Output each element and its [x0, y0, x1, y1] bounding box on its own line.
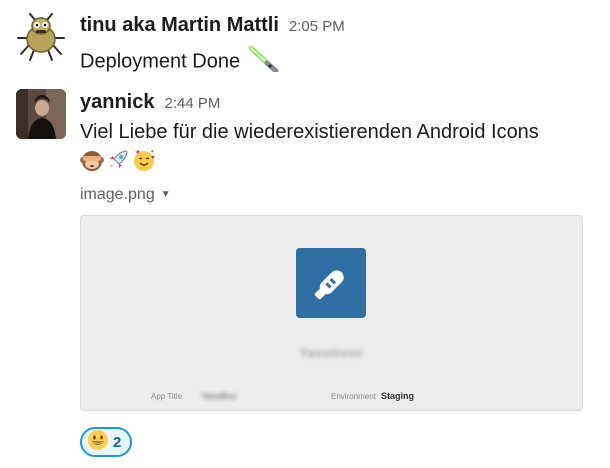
- chevron-down-icon[interactable]: ▼: [161, 189, 171, 200]
- author-name[interactable]: yannick: [80, 91, 154, 113]
- message-body: Deployment Done: [80, 50, 241, 73]
- image-preview[interactable]: Yasullivon App Title Yasullivo Environme…: [80, 215, 583, 411]
- app-name: Yasullivon: [299, 346, 364, 360]
- rocket-icon: [106, 148, 130, 178]
- file-name[interactable]: image.png: [80, 186, 155, 203]
- grinning-face-icon: [87, 429, 109, 456]
- app-title-value: Yasullivo: [201, 391, 237, 401]
- lightsaber-icon: [247, 45, 279, 78]
- app-icon-tile: [296, 248, 366, 318]
- environment-value: Staging: [381, 391, 414, 401]
- smiling-face-with-hearts-icon: [132, 148, 156, 178]
- bug-avatar-icon: [17, 13, 65, 61]
- message-body: Viel Liebe für die wiederexistierenden A…: [80, 121, 539, 143]
- avatar[interactable]: [16, 12, 66, 62]
- reaction-count: 2: [113, 433, 122, 451]
- see-no-evil-monkey-icon: [80, 148, 104, 178]
- emoji-row: [80, 148, 156, 178]
- user-photo-icon: [16, 89, 66, 139]
- environment-label: Environment: [331, 392, 376, 401]
- timestamp[interactable]: 2:44 PM: [164, 95, 220, 112]
- reaction-pill[interactable]: 2: [80, 427, 133, 457]
- edit-pen-icon: [314, 270, 344, 300]
- avatar[interactable]: [16, 89, 66, 139]
- author-name[interactable]: tinu aka Martin Mattli: [80, 14, 279, 36]
- attachment-filename[interactable]: image.png ▼: [80, 186, 171, 204]
- timestamp[interactable]: 2:05 PM: [289, 18, 345, 35]
- message-text: Deployment Done: [80, 45, 279, 78]
- app-title-label: App Title: [151, 392, 183, 401]
